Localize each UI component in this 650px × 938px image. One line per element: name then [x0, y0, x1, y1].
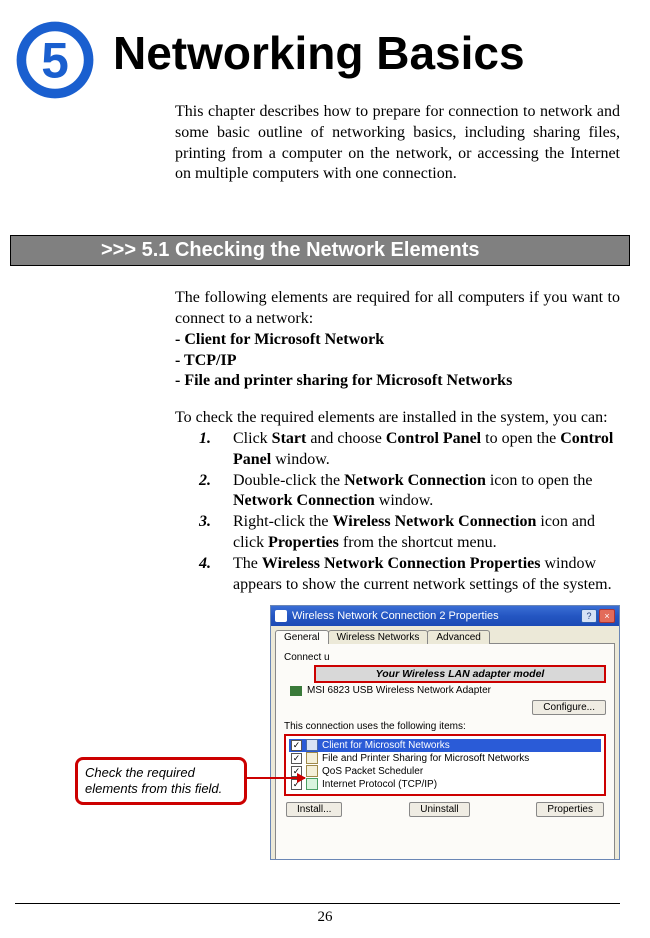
callout-arrow-icon [245, 777, 305, 779]
adapter-icon [290, 686, 302, 696]
step-3: 3. Right-click the Wireless Network Conn… [199, 512, 620, 554]
checkbox-icon[interactable]: ✓ [291, 740, 302, 751]
chapter-intro: This chapter describes how to prepare fo… [175, 102, 620, 185]
properties-button[interactable]: Properties [536, 802, 604, 817]
window-icon [275, 610, 287, 622]
chapter-title: Networking Basics [113, 30, 525, 76]
tab-panel-general: Connect u Your Wireless LAN adapter mode… [275, 643, 615, 860]
help-button[interactable]: ? [581, 609, 597, 623]
list-item[interactable]: ✓ File and Printer Sharing for Microsoft… [289, 752, 601, 765]
uninstall-button[interactable]: Uninstall [409, 802, 469, 817]
dialog-figure: Wireless Network Connection 2 Properties… [85, 605, 620, 865]
list-item[interactable]: ✓ Client for Microsoft Networks [289, 739, 601, 752]
adapter-row: MSI 6823 USB Wireless Network Adapter [290, 685, 606, 696]
step-4: 4. The Wireless Network Connection Prope… [199, 554, 620, 596]
item-label: Internet Protocol (TCP/IP) [322, 779, 437, 790]
network-items-box: ✓ Client for Microsoft Networks ✓ File a… [284, 734, 606, 796]
tab-advanced[interactable]: Advanced [427, 630, 489, 644]
chapter-number-badge: 5 [15, 20, 95, 100]
step-number: 1. [199, 429, 215, 471]
list-item[interactable]: ✓ Internet Protocol (TCP/IP) [289, 778, 601, 791]
check-intro: To check the required elements are insta… [175, 408, 620, 429]
body-text: The following elements are required for … [175, 288, 620, 595]
step-text: Right-click the Wireless Network Connect… [233, 512, 620, 554]
step-text: The Wireless Network Connection Properti… [233, 554, 620, 596]
footer-rule [15, 903, 620, 904]
checkbox-icon[interactable]: ✓ [291, 753, 302, 764]
callout-check-required: Check the required elements from this fi… [75, 757, 247, 804]
adapter-name: MSI 6823 USB Wireless Network Adapter [307, 685, 491, 696]
item-buttons-row: Install... Uninstall Properties [284, 802, 606, 817]
tab-wireless-networks[interactable]: Wireless Networks [328, 630, 429, 644]
dialog-titlebar[interactable]: Wireless Network Connection 2 Properties… [271, 606, 619, 626]
service-icon [306, 752, 318, 764]
items-label: This connection uses the following items… [284, 721, 606, 732]
connect-using-label: Connect u [284, 652, 606, 663]
dialog-tabs: General Wireless Networks Advanced [271, 626, 619, 644]
install-button[interactable]: Install... [286, 802, 342, 817]
requirements-list: - Client for Microsoft Network - TCP/IP … [175, 330, 620, 392]
requirement-item: - TCP/IP [175, 351, 620, 372]
step-number: 4. [199, 554, 215, 596]
item-label: QoS Packet Scheduler [322, 766, 423, 777]
adapter-callout-box: Your Wireless LAN adapter model [314, 665, 606, 683]
configure-button[interactable]: Configure... [532, 700, 606, 715]
protocol-icon [306, 778, 318, 790]
section-heading: >>> 5.1 Checking the Network Elements [10, 235, 630, 266]
requirement-item: - File and printer sharing for Microsoft… [175, 371, 620, 392]
chapter-number-text: 5 [41, 33, 69, 89]
badge-svg: 5 [15, 20, 95, 100]
chapter-header: 5 Networking Basics [15, 20, 620, 100]
properties-dialog: Wireless Network Connection 2 Properties… [270, 605, 620, 860]
step-text: Double-click the Network Connection icon… [233, 471, 620, 513]
service-icon [306, 765, 318, 777]
step-2: 2. Double-click the Network Connection i… [199, 471, 620, 513]
requirement-item: - Client for Microsoft Network [175, 330, 620, 351]
tab-general[interactable]: General [275, 630, 329, 644]
list-item[interactable]: ✓ QoS Packet Scheduler [289, 765, 601, 778]
item-label: Client for Microsoft Networks [322, 740, 450, 751]
step-1: 1. Click Start and choose Control Panel … [199, 429, 620, 471]
dialog-title: Wireless Network Connection 2 Properties [292, 610, 499, 622]
step-number: 2. [199, 471, 215, 513]
page-number: 26 [0, 909, 650, 926]
requirements-intro: The following elements are required for … [175, 288, 620, 330]
step-number: 3. [199, 512, 215, 554]
item-label: File and Printer Sharing for Microsoft N… [322, 753, 529, 764]
close-button[interactable]: × [599, 609, 615, 623]
client-icon [306, 739, 318, 751]
step-text: Click Start and choose Control Panel to … [233, 429, 620, 471]
steps-list: 1. Click Start and choose Control Panel … [175, 429, 620, 595]
